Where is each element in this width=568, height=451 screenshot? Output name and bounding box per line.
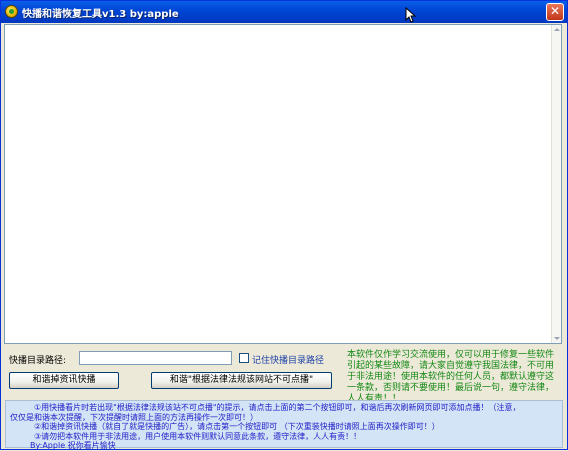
mouse-cursor-icon bbox=[405, 7, 417, 23]
remember-label[interactable]: 记住快播目录路径 bbox=[252, 353, 324, 366]
instruction-line-4: ③请勿把本软件用于非法用途，用户使用本软件则默认同意此条款，遵守法律，人人有责！… bbox=[34, 431, 362, 441]
title-bar[interactable]: 快播和谐恢复工具v1.3 by:apple ✕ bbox=[1, 1, 567, 23]
scroll-up-icon[interactable] bbox=[552, 25, 561, 35]
remember-checkbox[interactable] bbox=[239, 353, 249, 363]
clean-notice-button[interactable]: 和谐"根据法律法规该网站不可点播" bbox=[151, 372, 332, 389]
instructions-box: ①用快播看片时若出现"根据法律法规该站不可点播"的提示，请点击上面的第二个按钮即… bbox=[5, 400, 563, 450]
web-content-area[interactable] bbox=[4, 24, 562, 344]
instruction-line-3: ②和谐掉资讯快播（就自了就是快播的广告），请点击第一个按钮即可 （下次重装快播时… bbox=[34, 422, 440, 432]
scroll-down-icon[interactable] bbox=[552, 333, 561, 343]
app-window: 快播和谐恢复工具v1.3 by:apple ✕ 快播目录路径: 记住快播目录路径… bbox=[0, 0, 568, 450]
app-icon bbox=[5, 5, 18, 18]
window-title: 快播和谐恢复工具v1.3 by:apple bbox=[22, 9, 179, 20]
path-label: 快播目录路径: bbox=[9, 356, 67, 366]
close-button[interactable]: ✕ bbox=[546, 3, 564, 21]
path-input[interactable] bbox=[79, 351, 232, 365]
close-icon: ✕ bbox=[549, 4, 561, 18]
clean-ads-button[interactable]: 和谐掉资讯快播 bbox=[9, 372, 119, 389]
instruction-line-1: ①用快播看片时若出现"根据法律法规该站不可点播"的提示，请点击上面的第二个按钮即… bbox=[34, 403, 521, 412]
instruction-line-2: 仅仅是和谐本次提醒，下次提醒时请照上面的方法再操作一次即可！） bbox=[10, 412, 258, 422]
disclaimer-text: 本软件仅作学习交流使用，仅可以用于修复一些软件引起的某些故障，请大家自觉遵守我国… bbox=[347, 350, 555, 404]
vertical-scrollbar[interactable] bbox=[551, 25, 561, 343]
